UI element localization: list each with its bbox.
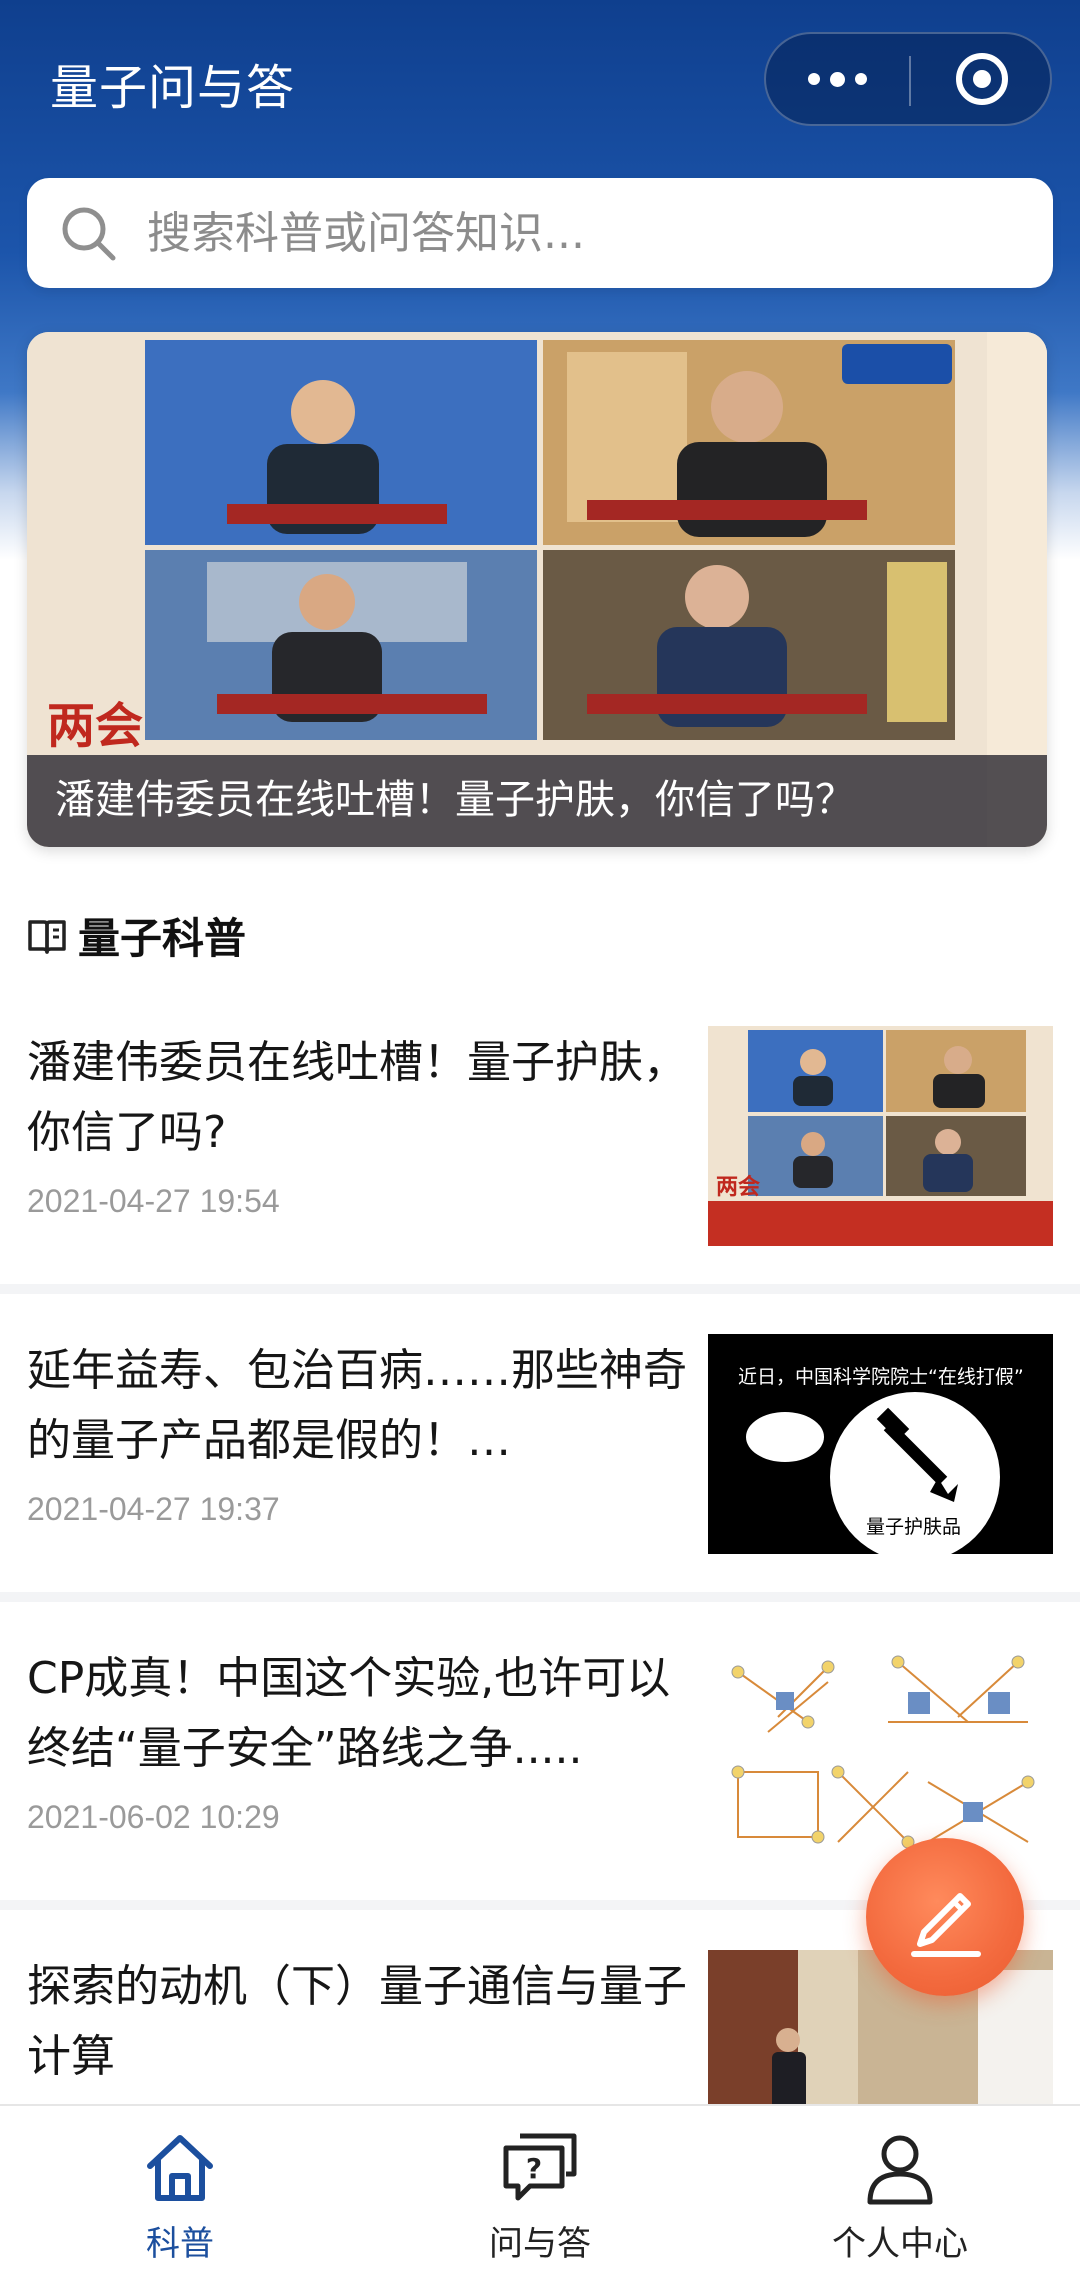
compose-button[interactable] bbox=[866, 1838, 1024, 1996]
list-item[interactable]: 延年益寿、包治百病……那些神奇的量子产品都是假的！… 2021-04-27 19… bbox=[0, 1296, 1080, 1602]
more-dots-icon bbox=[808, 73, 820, 85]
thumbnail-caption: 近日，中国科学院院士“在线打假” bbox=[738, 1366, 1024, 1388]
tab-profile[interactable]: 个人中心 bbox=[720, 2106, 1080, 2274]
search-icon bbox=[62, 207, 116, 261]
svg-text:两会: 两会 bbox=[47, 698, 143, 754]
banner-caption: 潘建伟委员在线吐槽！量子护肤，你信了吗？ bbox=[55, 777, 855, 823]
article-title: 潘建伟委员在线吐槽！量子护肤，你信了吗? bbox=[27, 1037, 687, 1158]
article-thumbnail: 两会 bbox=[708, 1026, 1053, 1246]
close-button[interactable] bbox=[911, 34, 1052, 124]
article-title: 延年益寿、包治百病……那些神奇的量子产品都是假的！… bbox=[27, 1345, 687, 1466]
target-circle-icon bbox=[955, 53, 1008, 105]
svg-text:?: ? bbox=[526, 2152, 542, 2185]
article-date: 2021-06-02 10:29 bbox=[27, 1799, 280, 1835]
article-date: 2021-04-27 19:37 bbox=[27, 1491, 280, 1527]
article-thumbnail bbox=[708, 1642, 1053, 1862]
featured-banner[interactable]: 两会 潘建伟委员在线吐槽！量子护肤，你信了吗？ bbox=[27, 332, 1047, 847]
list-item[interactable]: 潘建伟委员在线吐槽！量子护肤，你信了吗? 2021-04-27 19:54 两会 bbox=[0, 988, 1080, 1294]
app-title: 量子问与答 bbox=[50, 60, 296, 116]
tab-label: 问与答 bbox=[489, 2224, 591, 2264]
tab-science[interactable]: 科普 bbox=[0, 2106, 360, 2274]
article-title: CP成真！中国这个实验,也许可以终结“量子安全”路线之争..... bbox=[27, 1653, 671, 1774]
question-chat-icon: ? bbox=[503, 2133, 577, 2201]
section-title: 量子科普 bbox=[78, 914, 247, 963]
tab-qa[interactable]: ? 问与答 bbox=[360, 2106, 720, 2274]
tab-label: 科普 bbox=[146, 2224, 214, 2264]
home-icon bbox=[147, 2135, 213, 2201]
hammer-icon bbox=[876, 1407, 958, 1502]
article-date: 2021-04-27 19:54 bbox=[27, 1183, 280, 1219]
thumbnail-badge bbox=[746, 1412, 824, 1462]
pencil-icon bbox=[911, 1893, 981, 1957]
person-icon bbox=[867, 2135, 933, 2205]
thumbnail-product-label: 量子护肤品 bbox=[866, 1516, 962, 1538]
svg-text:两会: 两会 bbox=[716, 1174, 760, 1200]
book-open-icon bbox=[28, 919, 66, 954]
mini-program-capsule bbox=[764, 32, 1052, 126]
tab-label: 个人中心 bbox=[832, 2224, 968, 2264]
bottom-tab-bar: 科普 ? 问与答 个人中心 bbox=[0, 2104, 1080, 2274]
section-header: 量子科普 bbox=[26, 905, 246, 966]
more-button[interactable] bbox=[766, 34, 909, 124]
article-thumbnail: 近日，中国科学院院士“在线打假” 量子护肤品 bbox=[708, 1334, 1053, 1554]
article-title: 探索的动机（下）量子通信与量子计算 bbox=[27, 1961, 687, 2082]
search-input[interactable] bbox=[147, 198, 1007, 268]
search-bar[interactable] bbox=[27, 178, 1053, 288]
